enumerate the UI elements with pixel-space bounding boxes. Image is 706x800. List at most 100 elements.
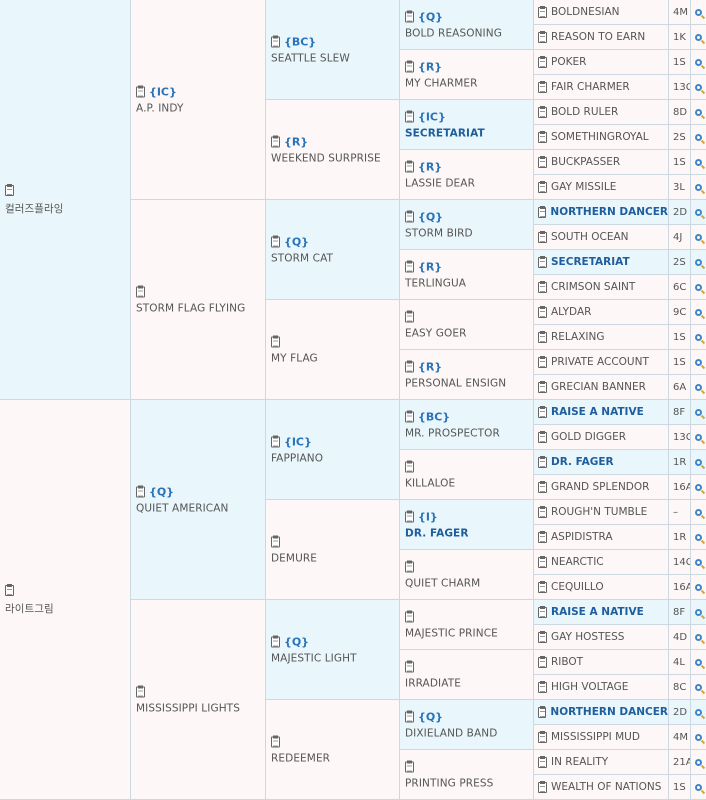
clipboard-icon[interactable] <box>538 180 547 193</box>
clipboard-icon[interactable] <box>405 760 414 772</box>
horse-name-link[interactable]: GAY MISSILE <box>551 181 616 193</box>
horse-name-link[interactable]: REASON TO EARN <box>551 31 645 43</box>
clipboard-icon[interactable] <box>405 10 414 22</box>
horse-name-link[interactable]: ALYDAR <box>551 306 591 318</box>
horse-name-link[interactable]: PERSONAL ENSIGN <box>405 377 506 389</box>
clipboard-icon[interactable] <box>405 660 414 672</box>
horse-name-link[interactable]: MISSISSIPPI MUD <box>551 731 640 743</box>
clipboard-icon[interactable] <box>405 310 414 322</box>
magnifier-icon[interactable] <box>695 458 702 466</box>
clipboard-icon[interactable] <box>538 605 547 618</box>
search-button[interactable] <box>691 0 706 25</box>
clipboard-icon[interactable] <box>271 235 280 247</box>
search-button[interactable] <box>691 650 706 675</box>
magnifier-icon[interactable] <box>695 683 702 691</box>
horse-name-link[interactable]: NORTHERN DANCER <box>550 706 668 718</box>
clipboard-icon[interactable] <box>405 460 414 472</box>
search-button[interactable] <box>691 150 706 175</box>
search-button[interactable] <box>691 600 706 625</box>
clipboard-icon[interactable] <box>538 530 547 543</box>
horse-name-link[interactable]: NORTHERN DANCER <box>550 206 668 218</box>
horse-name-link[interactable]: FAIR CHARMER <box>551 81 630 93</box>
horse-name-link[interactable]: RAISE A NATIVE <box>551 406 644 418</box>
search-button[interactable] <box>691 25 706 50</box>
magnifier-icon[interactable] <box>695 433 702 441</box>
magnifier-icon[interactable] <box>695 333 702 341</box>
horse-name-link[interactable]: STORM BIRD <box>405 227 473 239</box>
clipboard-icon[interactable] <box>5 583 14 596</box>
magnifier-icon[interactable] <box>695 8 702 16</box>
clipboard-icon[interactable] <box>538 755 547 768</box>
horse-name-link[interactable]: RIBOT <box>551 656 583 668</box>
clipboard-icon[interactable] <box>405 360 414 372</box>
clipboard-icon[interactable] <box>538 30 547 43</box>
search-button[interactable] <box>691 200 706 225</box>
clipboard-icon[interactable] <box>538 255 547 268</box>
clipboard-icon[interactable] <box>538 380 547 393</box>
search-button[interactable] <box>691 125 706 150</box>
horse-name-link[interactable]: HIGH VOLTAGE <box>551 681 628 693</box>
search-button[interactable] <box>691 250 706 275</box>
magnifier-icon[interactable] <box>695 708 702 716</box>
clipboard-icon[interactable] <box>136 85 145 97</box>
clipboard-icon[interactable] <box>405 260 414 272</box>
horse-name-link[interactable]: IRRADIATE <box>405 677 461 689</box>
clipboard-icon[interactable] <box>271 35 280 47</box>
clipboard-icon[interactable] <box>538 305 547 318</box>
horse-name-link[interactable]: CRIMSON SAINT <box>551 281 635 293</box>
magnifier-icon[interactable] <box>695 133 702 141</box>
magnifier-icon[interactable] <box>695 33 702 41</box>
horse-name-link[interactable]: GRECIAN BANNER <box>551 381 646 393</box>
horse-name-link[interactable]: QUIET AMERICAN <box>136 502 228 514</box>
magnifier-icon[interactable] <box>695 658 702 666</box>
horse-name-link[interactable]: REDEEMER <box>271 752 330 764</box>
horse-name-link[interactable]: TERLINGUA <box>405 277 466 289</box>
horse-name-link[interactable]: MY FLAG <box>271 352 318 364</box>
clipboard-icon[interactable] <box>405 110 414 122</box>
magnifier-icon[interactable] <box>695 533 702 541</box>
horse-name-link[interactable]: STORM CAT <box>271 252 333 264</box>
clipboard-icon[interactable] <box>538 105 547 118</box>
clipboard-icon[interactable] <box>538 730 547 743</box>
horse-name-link[interactable]: 라이트그림 <box>5 601 54 616</box>
magnifier-icon[interactable] <box>695 383 702 391</box>
magnifier-icon[interactable] <box>695 358 702 366</box>
horse-name-link[interactable]: PRIVATE ACCOUNT <box>551 356 649 368</box>
magnifier-icon[interactable] <box>695 583 702 591</box>
search-button[interactable] <box>691 100 706 125</box>
search-button[interactable] <box>691 675 706 700</box>
clipboard-icon[interactable] <box>405 560 414 572</box>
horse-name-link[interactable]: SECRETARIAT <box>551 256 630 268</box>
clipboard-icon[interactable] <box>271 735 280 747</box>
magnifier-icon[interactable] <box>695 408 702 416</box>
horse-name-link[interactable]: BUCKPASSER <box>551 156 620 168</box>
horse-name-link[interactable]: RAISE A NATIVE <box>551 606 644 618</box>
horse-name-link[interactable]: DR. FAGER <box>405 527 469 539</box>
horse-name-link[interactable]: 컬러즈플라잉 <box>5 201 64 216</box>
clipboard-icon[interactable] <box>538 130 547 143</box>
clipboard-icon[interactable] <box>538 680 547 693</box>
horse-name-link[interactable]: FAPPIANO <box>271 452 323 464</box>
magnifier-icon[interactable] <box>695 308 702 316</box>
search-button[interactable] <box>691 350 706 375</box>
horse-name-link[interactable]: SECRETARIAT <box>405 127 485 139</box>
horse-name-link[interactable]: ROUGH'N TUMBLE <box>551 506 647 518</box>
clipboard-icon[interactable] <box>538 580 547 593</box>
horse-name-link[interactable]: WEEKEND SURPRISE <box>271 152 381 164</box>
horse-name-link[interactable]: IN REALITY <box>551 756 608 768</box>
clipboard-icon[interactable] <box>538 55 547 68</box>
magnifier-icon[interactable] <box>695 83 702 91</box>
clipboard-icon[interactable] <box>538 5 547 18</box>
clipboard-icon[interactable] <box>538 705 547 718</box>
magnifier-icon[interactable] <box>695 608 702 616</box>
magnifier-icon[interactable] <box>695 108 702 116</box>
horse-name-link[interactable]: SOMETHINGROYAL <box>551 131 649 143</box>
horse-name-link[interactable]: ASPIDISTRA <box>551 531 613 543</box>
clipboard-icon[interactable] <box>405 410 414 422</box>
clipboard-icon[interactable] <box>136 685 145 697</box>
clipboard-icon[interactable] <box>538 330 547 343</box>
clipboard-icon[interactable] <box>538 355 547 368</box>
horse-name-link[interactable]: SEATTLE SLEW <box>271 52 350 64</box>
clipboard-icon[interactable] <box>538 630 547 643</box>
horse-name-link[interactable]: POKER <box>551 56 586 68</box>
